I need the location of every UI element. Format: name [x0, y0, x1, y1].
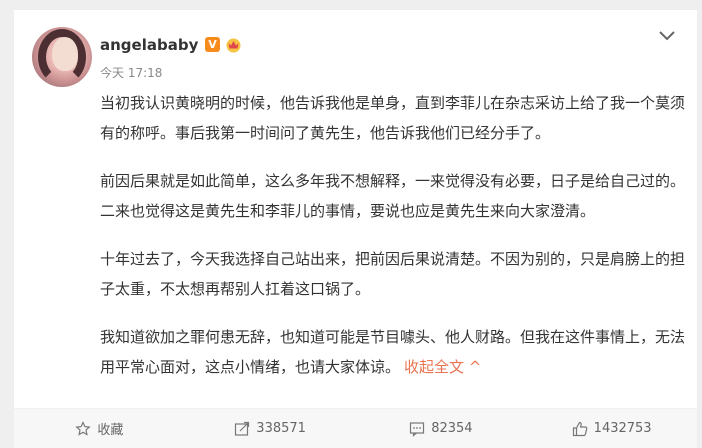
- comment-icon: [410, 421, 425, 437]
- post-paragraph: 当初我认识黄晓明的时候，他告诉我他是单身，直到李菲儿在杂志采访上给了我一个莫须有…: [100, 94, 686, 142]
- like-count: 1432753: [593, 421, 652, 436]
- post-time: 今天 17:18: [100, 66, 163, 80]
- thumbs-up-icon: [572, 421, 588, 436]
- favorite-button[interactable]: 收藏: [14, 409, 185, 448]
- repost-count: 338571: [256, 421, 306, 436]
- post-content: 当初我认识黄晓明的时候，他告诉我他是单身，直到李菲儿在杂志采访上给了我一个莫须有…: [100, 88, 690, 382]
- vip-crown-icon: [226, 38, 241, 53]
- collapse-text-link[interactable]: 收起全文 ^: [404, 358, 481, 376]
- avatar[interactable]: [32, 27, 92, 87]
- weibo-post-card: angelababy V 今天 17:18 当初我认识黄晓明的时候，他告诉我他是…: [14, 10, 697, 448]
- comment-button[interactable]: 82354: [356, 409, 527, 448]
- post-paragraph: 前因后果就是如此简单，这么多年我不想解释，一来觉得没有必要，日子是给自己过的。二…: [100, 172, 686, 220]
- post-paragraph-text: 我知道欲加之罪何患无辞，也知道可能是节目噱头、他人财路。但我在这件事情上，无法用…: [100, 328, 686, 376]
- comment-count: 82354: [431, 421, 473, 436]
- post-paragraph-last: 我知道欲加之罪何患无辞，也知道可能是节目噱头、他人财路。但我在这件事情上，无法用…: [100, 322, 690, 382]
- username[interactable]: angelababy: [100, 36, 198, 54]
- repost-button[interactable]: 338571: [185, 409, 356, 448]
- like-button[interactable]: 1432753: [526, 409, 697, 448]
- avatar-face: [52, 37, 78, 71]
- chevron-down-icon[interactable]: [657, 28, 677, 42]
- action-bar: 收藏 338571 82354 1432753: [14, 408, 697, 448]
- star-icon: [75, 420, 92, 436]
- favorite-label: 收藏: [97, 423, 124, 438]
- verified-badge-icon: V: [205, 37, 220, 52]
- post-paragraph: 十年过去了，今天我选择自己站出来，把前因后果说清楚。不因为别的，只是肩膀上的担子…: [100, 250, 686, 298]
- repost-icon: [235, 421, 250, 436]
